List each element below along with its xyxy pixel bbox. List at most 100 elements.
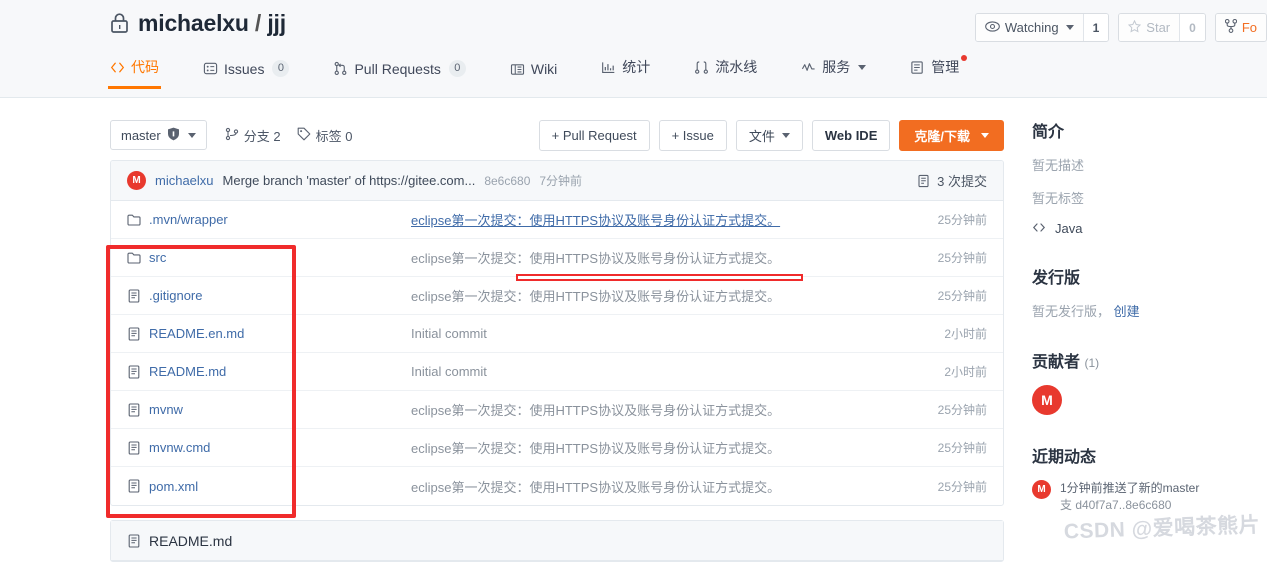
folder-icon — [127, 213, 141, 227]
file-commit-time: 2小时前 — [944, 327, 987, 341]
tab-pipeline-label: 流水线 — [715, 59, 758, 75]
tab-issues[interactable]: Issues 0 — [203, 60, 313, 89]
fork-button[interactable]: Fo — [1215, 14, 1266, 41]
file-commit-message[interactable]: eclipse第一次提交：使用HTTPS协议及账号身份认证方式提交。 — [377, 210, 938, 229]
file-commit-message[interactable]: Initial commit — [377, 364, 944, 379]
history-icon — [917, 174, 931, 188]
web-ide-button[interactable]: Web IDE — [811, 119, 891, 151]
readme-header: README.md — [111, 521, 1003, 561]
file-link[interactable]: mvnw — [149, 402, 183, 417]
tab-issues-badge: 0 — [272, 60, 290, 77]
branches-link[interactable]: 分支 2 — [225, 126, 281, 145]
file-commit-message[interactable]: eclipse第一次提交：使用HTTPS协议及账号身份认证方式提交。 — [377, 248, 938, 267]
repo-title-separator: / — [254, 10, 262, 36]
table-row[interactable]: src eclipse第一次提交：使用HTTPS协议及账号身份认证方式提交。 25分… — [111, 239, 1003, 277]
star-count[interactable]: 0 — [1179, 14, 1205, 41]
tab-code[interactable]: 代码 — [108, 57, 183, 89]
fork-button-group[interactable]: Fo — [1214, 13, 1267, 42]
activity-item[interactable]: M 1分钟前推送了新的master 支 d40f7a7..8e6c680 — [1032, 480, 1260, 514]
file-link[interactable]: .mvn/wrapper — [149, 212, 228, 227]
fork-label: Fo — [1241, 20, 1257, 35]
repo-toolbar-actions: + Pull Request + Issue 文件 Web IDE 克隆/下载 — [538, 119, 1004, 151]
file-name-cell: README.md — [127, 364, 377, 379]
branches-label: 分支 2 — [243, 128, 281, 144]
commit-message[interactable]: Merge branch 'master' of https://gitee.c… — [223, 173, 476, 188]
file-commit-message[interactable]: eclipse第一次提交：使用HTTPS协议及账号身份认证方式提交。 — [377, 477, 938, 496]
tab-pull-requests[interactable]: Pull Requests 0 — [333, 60, 489, 89]
branch-selector[interactable]: master — [110, 120, 207, 150]
file-commit-time: 25分钟前 — [937, 213, 987, 227]
code-icon — [1032, 221, 1046, 236]
table-row[interactable]: mvnw eclipse第一次提交：使用HTTPS协议及账号身份认证方式提交。 25… — [111, 391, 1003, 429]
tab-wiki-label: Wiki — [530, 61, 558, 77]
no-description-text: 暂无描述 — [1032, 158, 1085, 173]
branch-shield-icon — [167, 127, 180, 144]
avatar[interactable]: M — [1032, 385, 1062, 415]
language-row[interactable]: Java — [1032, 221, 1260, 236]
new-pull-request-button[interactable]: + Pull Request — [538, 119, 650, 151]
lock-icon — [110, 13, 129, 34]
wiki-icon — [510, 62, 525, 77]
avatar[interactable]: M — [127, 171, 146, 190]
file-link[interactable]: .gitignore — [149, 288, 202, 303]
table-row[interactable]: README.md Initial commit 2小时前 — [111, 353, 1003, 391]
file-commit-message[interactable]: eclipse第一次提交：使用HTTPS协议及账号身份认证方式提交。 — [377, 438, 938, 457]
tab-service-label: 服务 — [822, 59, 851, 75]
commit-count-label: 3 次提交 — [937, 174, 987, 189]
file-commit-message[interactable]: eclipse第一次提交：使用HTTPS协议及账号身份认证方式提交。 — [377, 400, 938, 419]
file-link[interactable]: mvnw.cmd — [149, 440, 210, 455]
tab-manage[interactable]: 管理 — [910, 55, 983, 89]
tab-statistics[interactable]: 统计 — [601, 57, 674, 89]
tab-pipeline[interactable]: 流水线 — [694, 57, 781, 89]
file-commit-time: 25分钟前 — [937, 251, 987, 265]
file-commit-message[interactable]: Initial commit — [377, 326, 944, 341]
table-row[interactable]: .mvn/wrapper eclipse第一次提交：使用HTTPS协议及账号身份认… — [111, 201, 1003, 239]
watermark: CSDN @爱喝茶熊片 — [1063, 513, 1261, 544]
file-browser: M michaelxu Merge branch 'master' of htt… — [110, 160, 1004, 506]
table-row[interactable]: pom.xml eclipse第一次提交：使用HTTPS协议及账号身份认证方式提交… — [111, 467, 1003, 505]
file-icon — [127, 533, 141, 548]
star-button[interactable]: Star — [1119, 14, 1180, 41]
no-release-text: 暂无发行版， — [1032, 304, 1111, 319]
watch-count[interactable]: 1 — [1082, 14, 1109, 41]
create-release-link[interactable]: 创建 — [1114, 304, 1140, 319]
new-issue-button[interactable]: + Issue — [658, 119, 727, 151]
file-link[interactable]: pom.xml — [149, 479, 198, 494]
commit-count-link[interactable]: 3 次提交 — [917, 171, 987, 190]
commit-sha[interactable]: 8e6c680 — [484, 174, 530, 188]
repo-name[interactable]: jjj — [267, 10, 286, 36]
file-link[interactable]: README.md — [149, 364, 226, 379]
watch-button[interactable]: Watching — [975, 14, 1083, 41]
tags-label: 标签 0 — [315, 128, 353, 144]
file-name-cell: README.en.md — [127, 326, 377, 341]
table-row[interactable]: .gitignore eclipse第一次提交：使用HTTPS协议及账号身份认证方… — [111, 277, 1003, 315]
file-link[interactable]: README.en.md — [149, 326, 244, 341]
commit-author[interactable]: michaelxu — [155, 173, 214, 188]
tags-link[interactable]: 标签 0 — [297, 126, 353, 145]
avatar[interactable]: M — [1032, 480, 1051, 499]
file-link[interactable]: src — [149, 250, 166, 265]
contributors-heading: 贡献者 (1) — [1032, 348, 1260, 372]
tab-service[interactable]: 服务 — [801, 57, 890, 89]
file-icon — [127, 440, 141, 455]
contributors-heading-label: 贡献者 — [1032, 354, 1081, 371]
star-button-group[interactable]: Star 0 — [1118, 13, 1206, 42]
tab-wiki[interactable]: Wiki — [510, 61, 581, 89]
file-icon — [127, 402, 141, 417]
no-tags-text: 暂无标签 — [1032, 191, 1085, 206]
files-dropdown-button[interactable]: 文件 — [735, 119, 803, 151]
file-commit-time: 25分钟前 — [937, 441, 987, 455]
repo-meta-links: 分支 2 标签 0 — [225, 126, 353, 145]
repo-sidebar: 简介 暂无描述 暂无标签 Java 发行版 暂无发行版， 创建 贡献者 (1) — [1032, 118, 1260, 514]
repo-owner[interactable]: michaelxu — [138, 10, 249, 36]
tab-statistics-label: 统计 — [622, 59, 651, 75]
clone-download-button[interactable]: 克隆/下载 — [899, 119, 1004, 151]
file-commit-message[interactable]: eclipse第一次提交：使用HTTPS协议及账号身份认证方式提交。 — [377, 286, 938, 305]
watch-button-group[interactable]: Watching 1 — [974, 13, 1110, 42]
file-name-cell: mvnw — [127, 402, 377, 417]
table-row[interactable]: mvnw.cmd eclipse第一次提交：使用HTTPS协议及账号身份认证方式提… — [111, 429, 1003, 467]
manage-icon — [910, 60, 925, 75]
code-icon — [110, 60, 125, 75]
table-row[interactable]: README.en.md Initial commit 2小时前 — [111, 315, 1003, 353]
file-name-cell: .mvn/wrapper — [127, 212, 377, 227]
